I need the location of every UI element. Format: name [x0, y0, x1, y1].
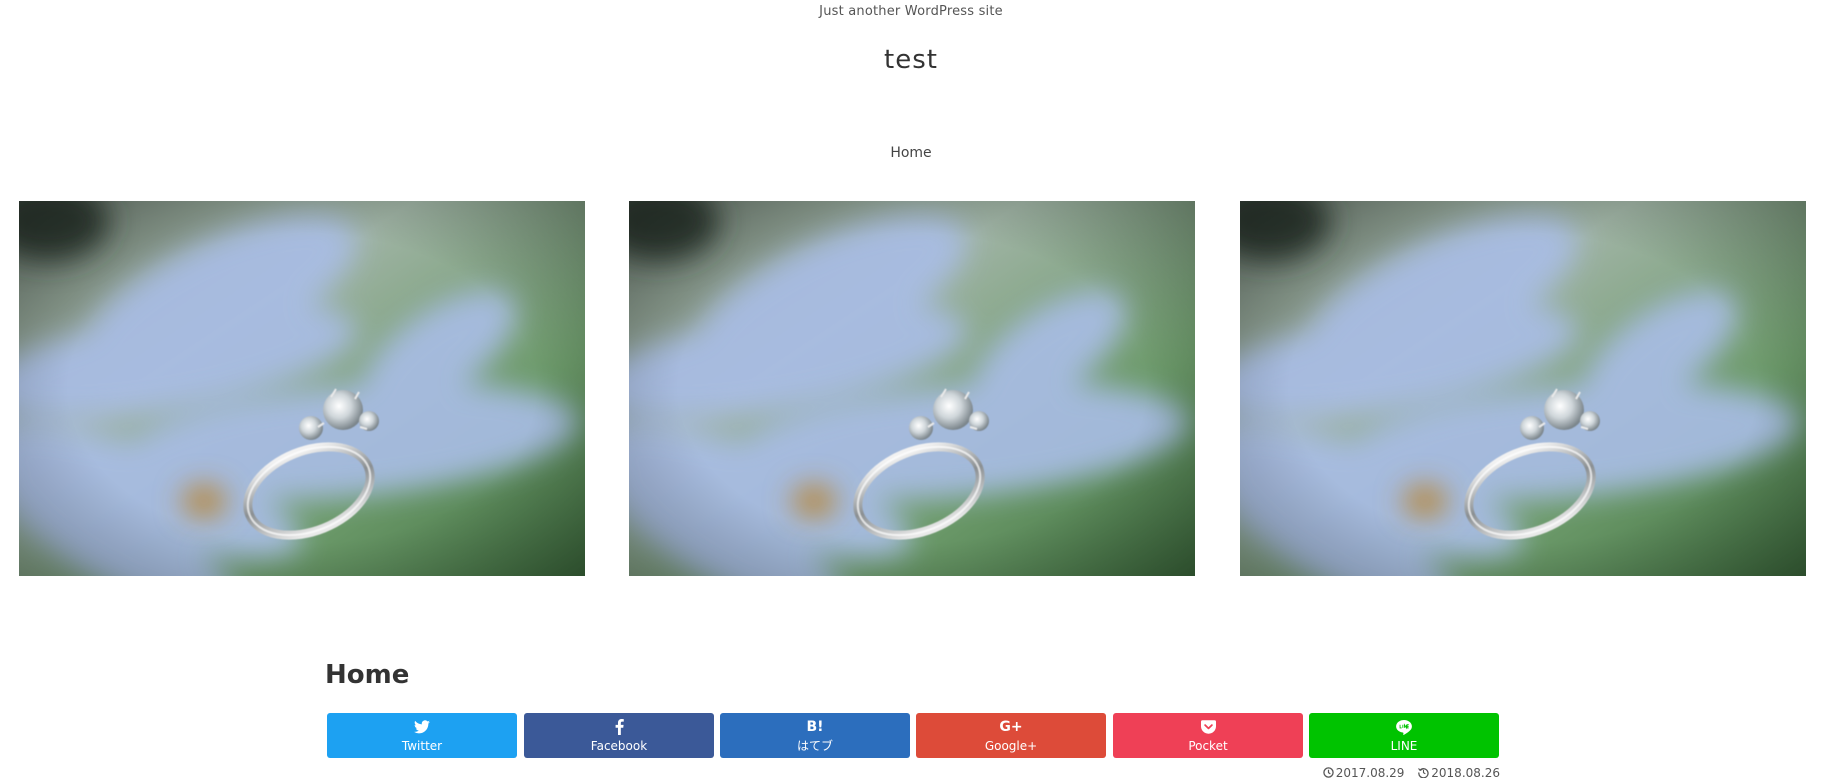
- facebook-share-button[interactable]: Facebook: [524, 713, 714, 758]
- ring-photo-image: [1240, 201, 1806, 576]
- entry-dates: 2017.08.29 2018.08.26: [1300, 766, 1500, 780]
- pocket-icon: [1113, 718, 1303, 736]
- twitter-share-button[interactable]: Twitter: [327, 713, 517, 758]
- clock-icon: [1323, 767, 1334, 778]
- published-date: 2017.08.29: [1323, 766, 1409, 780]
- hatena-share-button[interactable]: B! はてブ: [720, 713, 910, 758]
- line-share-button[interactable]: LINE: [1309, 713, 1499, 758]
- entry-title: Home: [325, 660, 410, 690]
- facebook-icon: [524, 718, 714, 736]
- pocket-share-button[interactable]: Pocket: [1113, 713, 1303, 758]
- site-title-link[interactable]: test: [0, 45, 1822, 75]
- google-plus-icon: G+: [999, 719, 1023, 735]
- updated-date-text: 2018.08.26: [1431, 766, 1500, 780]
- share-button-label: はてブ: [796, 739, 833, 753]
- updated-date: 2018.08.26: [1418, 766, 1500, 780]
- line-icon: [1309, 718, 1499, 736]
- history-icon: [1418, 768, 1429, 778]
- google-plus-share-button[interactable]: G+ Google+: [916, 713, 1106, 758]
- share-button-label: Facebook: [590, 739, 648, 753]
- ring-photo-image: [629, 201, 1195, 576]
- share-button-label: Pocket: [1188, 739, 1228, 753]
- site-tagline: Just another WordPress site: [819, 4, 1003, 19]
- image-slider: [19, 201, 1806, 576]
- nav-item-home[interactable]: Home: [890, 145, 931, 161]
- hatena-bookmark-icon: B!: [806, 719, 824, 735]
- share-buttons: Twitter Facebook B! はてブ G+ Google+ Pocke…: [327, 713, 1499, 758]
- twitter-icon: [327, 718, 517, 736]
- main-nav: Home: [0, 142, 1822, 161]
- ring-photo-image: [19, 201, 585, 576]
- published-date-text: 2017.08.29: [1335, 766, 1405, 780]
- slide-image-1[interactable]: [19, 201, 585, 576]
- slide-image-3[interactable]: [1240, 201, 1806, 576]
- share-button-label: LINE: [1390, 739, 1418, 753]
- share-button-label: Twitter: [401, 739, 443, 753]
- slide-image-2[interactable]: [629, 201, 1195, 576]
- share-button-label: Google+: [984, 739, 1038, 753]
